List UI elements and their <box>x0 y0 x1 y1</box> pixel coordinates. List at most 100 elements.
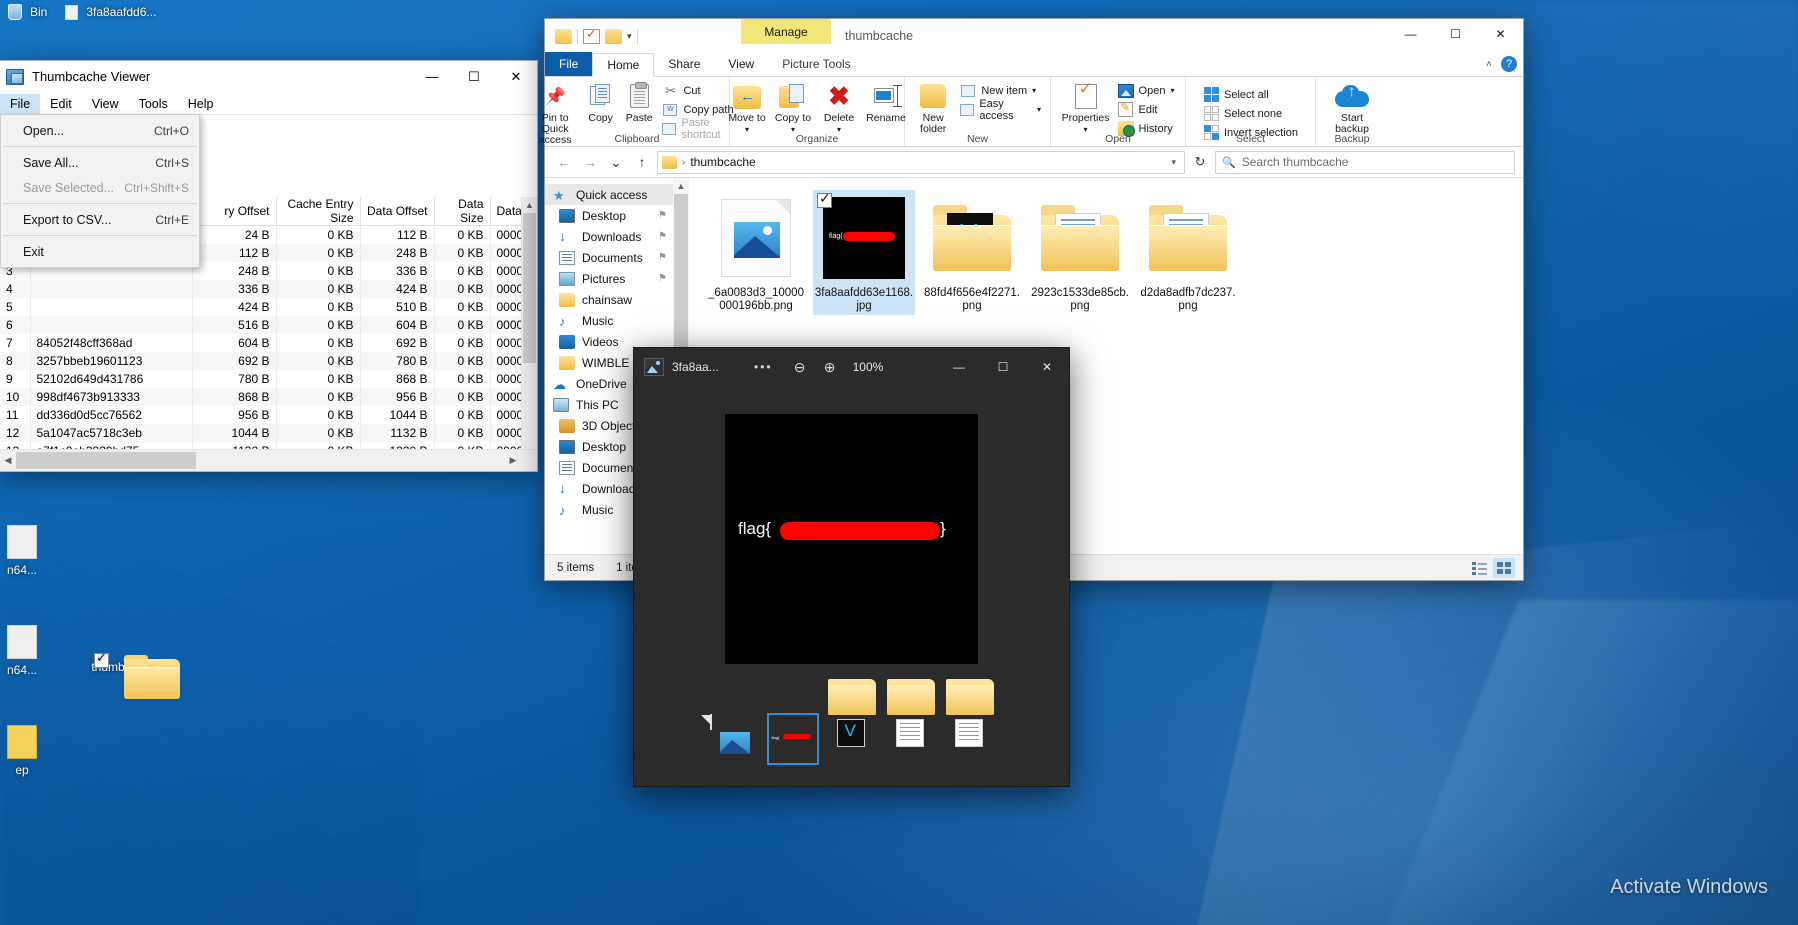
col-data-size[interactable]: Data Size <box>434 197 491 226</box>
move-to-button[interactable]: ← Move to ▾ <box>725 80 769 135</box>
table-row[interactable]: 83257bbeb19601123692 B0 KB780 B0 KB00000… <box>0 351 537 370</box>
sidebar-item-pictures[interactable]: Pictures ⚑ <box>545 268 673 289</box>
file-tile[interactable]: flag{3fa8aafdd63e1168.jpg <box>813 190 915 315</box>
maximize-button[interactable]: ☐ <box>981 348 1025 386</box>
file-thumbnail-box[interactable] <box>1029 190 1131 285</box>
contextual-tab-manage[interactable]: Manage <box>741 19 831 44</box>
table-row[interactable]: 5424 B0 KB510 B0 KB00000000 <box>0 297 537 316</box>
delete-button[interactable]: ✖ Delete ▾ <box>817 80 861 135</box>
col-data-offset[interactable]: Data Offset <box>360 197 435 226</box>
details-view-button[interactable] <box>1468 558 1490 578</box>
chevron-down-icon[interactable]: ▾ <box>1170 86 1174 95</box>
menu-file[interactable]: File <box>0 93 41 114</box>
image-file-icon[interactable] <box>65 4 79 20</box>
photo-canvas[interactable]: flag{ } <box>634 386 1069 691</box>
chevron-down-icon[interactable]: ▾ <box>1032 86 1036 95</box>
quick-access-toolbar[interactable]: ▾ <box>545 26 638 44</box>
rename-button[interactable]: Rename <box>863 80 909 124</box>
filmstrip-thumbnail[interactable] <box>886 678 935 763</box>
maximize-button[interactable]: ☐ <box>453 61 495 93</box>
pin-icon[interactable]: ⚑ <box>658 252 673 263</box>
photos-title-bar[interactable]: 3fa8aa... ••• ⊖ ⊕ 100% — ☐ ✕ <box>634 348 1069 386</box>
file-thumbnail-box[interactable]: flag{ <box>813 190 915 285</box>
table-row[interactable]: 952102d649d431786780 B0 KB868 B0 KB00000… <box>0 369 537 388</box>
sidebar-item-music[interactable]: ♪ Music <box>545 310 673 331</box>
menu-view[interactable]: View <box>82 94 129 114</box>
scroll-left-arrow[interactable]: ◀ <box>0 450 16 471</box>
tab-share[interactable]: Share <box>654 52 714 76</box>
large-icons-view-button[interactable] <box>1493 557 1515 578</box>
sidebar-item-quick-access[interactable]: ★ Quick access <box>545 184 673 205</box>
filmstrip[interactable]: flag{ <box>634 678 1069 786</box>
file-thumbnail-box[interactable] <box>921 190 1023 285</box>
copy-button[interactable]: Copy <box>582 80 619 124</box>
more-options-icon[interactable]: ••• <box>742 360 785 374</box>
start-backup-button[interactable]: ↑ Start backup <box>1324 80 1380 135</box>
search-box[interactable]: 🔍 Search thumbcache <box>1215 150 1515 174</box>
chevron-down-icon[interactable]: ▾ <box>1171 157 1180 168</box>
sidebar-item-chainsaw[interactable]: chainsaw <box>545 289 673 310</box>
menu-bar[interactable]: File Edit View Tools Help <box>0 93 537 115</box>
refresh-button[interactable]: ↻ <box>1189 151 1211 173</box>
zoom-in-icon[interactable]: ⊕ <box>815 359 845 376</box>
table-row[interactable]: 13e7f1c9eb3929bd751132 B0 KB1220 B0 KB00… <box>0 441 537 449</box>
scroll-thumb-horizontal[interactable] <box>16 452 196 469</box>
minimize-button[interactable]: — <box>411 61 453 93</box>
selection-checkbox[interactable] <box>94 651 109 668</box>
vertical-scrollbar[interactable]: ▲ <box>521 197 537 449</box>
desktop-icon-ep[interactable]: ep <box>0 725 44 778</box>
properties-icon[interactable] <box>583 26 600 44</box>
sidebar-item-desktop[interactable]: Desktop ⚑ <box>545 205 673 226</box>
file-tile[interactable]: 2923c1533de85cb.png <box>1029 190 1131 315</box>
zoom-out-icon[interactable]: ⊖ <box>785 359 815 376</box>
desktop-icon-n64-b[interactable]: n64... <box>0 625 44 678</box>
filmstrip-thumbnail[interactable] <box>700 713 758 763</box>
maximize-button[interactable]: ☐ <box>1433 19 1478 49</box>
scroll-right-arrow[interactable]: ▶ <box>505 450 521 471</box>
tab-home[interactable]: Home <box>592 53 655 77</box>
back-button[interactable]: ← <box>553 151 575 173</box>
menu-item-exit[interactable]: Exit <box>1 239 199 264</box>
menu-help[interactable]: Help <box>178 94 224 114</box>
new-folder-icon[interactable] <box>605 28 622 44</box>
open-button[interactable]: Open ▾ <box>1115 82 1178 99</box>
address-bar[interactable]: › thumbcache ▾ <box>657 150 1185 174</box>
close-button[interactable]: ✕ <box>1478 19 1523 49</box>
scroll-thumb[interactable] <box>523 213 536 363</box>
title-bar[interactable]: Thumbcache Viewer — ☐ ✕ <box>0 61 537 93</box>
minimize-button[interactable]: — <box>1388 19 1433 49</box>
pin-icon[interactable]: ⚑ <box>658 210 673 221</box>
menu-item-export-csv[interactable]: Export to CSV... Ctrl+E <box>1 207 199 232</box>
table-row[interactable]: 4336 B0 KB424 B0 KB00000000 <box>0 279 537 298</box>
pin-icon[interactable]: ⚑ <box>658 273 673 284</box>
file-tile[interactable]: _6a0083d3_10000000196bb.png <box>705 190 807 315</box>
file-tile[interactable]: d2da8adfb7dc237.png <box>1137 190 1239 315</box>
chevron-up-icon[interactable]: ˄ <box>1486 59 1492 70</box>
menu-tools[interactable]: Tools <box>129 94 178 114</box>
copy-to-button[interactable]: Copy to ▾ <box>771 80 815 135</box>
col-cache-entry-offset[interactable]: ry Offset <box>192 197 277 226</box>
edit-button[interactable]: Edit <box>1115 100 1178 118</box>
table-row[interactable]: 784052f48cff368ad604 B0 KB692 B0 KB00000… <box>0 333 537 352</box>
sidebar-item-documents[interactable]: Documents ⚑ <box>545 247 673 268</box>
ribbon-tabs[interactable]: File Home Share View Picture Tools ˄ ? <box>545 52 1523 77</box>
pin-icon[interactable]: ⚑ <box>658 231 673 242</box>
folder-icon[interactable] <box>555 28 572 44</box>
up-button[interactable]: ↑ <box>631 151 653 173</box>
filmstrip-thumbnail[interactable]: flag{ <box>766 712 819 765</box>
paste-button[interactable]: Paste <box>621 80 658 124</box>
select-none-button[interactable]: Select none <box>1200 105 1301 122</box>
select-all-button[interactable]: Select all <box>1200 86 1301 103</box>
tab-file[interactable]: File <box>545 52 593 76</box>
menu-item-open[interactable]: Open... Ctrl+O <box>1 118 199 143</box>
minimize-button[interactable]: — <box>937 348 981 386</box>
chevron-down-icon[interactable]: ▾ <box>1037 105 1041 114</box>
recent-locations-button[interactable]: ⌄ <box>605 151 627 173</box>
col-cache-entry-size[interactable]: Cache Entry Size <box>276 197 361 226</box>
sidebar-item-downloads[interactable]: ↓ Downloads ⚑ <box>545 226 673 247</box>
new-item-button[interactable]: New item ▾ <box>957 82 1044 99</box>
filmstrip-thumbnail[interactable] <box>945 678 994 763</box>
chevron-down-icon[interactable]: ▾ <box>627 31 632 42</box>
file-menu-dropdown[interactable]: Open... Ctrl+O Save All... Ctrl+S Save S… <box>0 114 200 268</box>
menu-edit[interactable]: Edit <box>40 94 82 114</box>
